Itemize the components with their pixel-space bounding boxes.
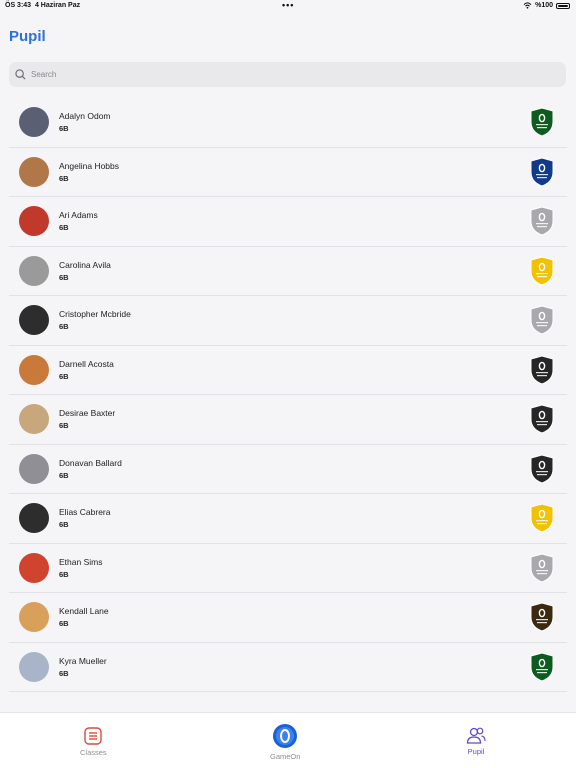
tab-gameon-label: GameOn xyxy=(270,752,301,761)
house-crest-icon xyxy=(529,206,555,236)
pupil-class: 6B xyxy=(59,272,69,282)
pupil-info: Donavan Ballard 6B xyxy=(59,458,122,480)
pupil-class: 6B xyxy=(59,470,69,480)
pupil-avatar xyxy=(19,255,49,286)
pupil-info: Darnell Acosta 6B xyxy=(59,359,114,381)
pupil-avatar xyxy=(19,305,49,336)
pupil-class: 6B xyxy=(59,223,69,233)
pupil-list[interactable]: Adalyn Odom 6B Angelina Hobbs 6B Ari Adams 6B… xyxy=(9,98,567,710)
pupil-name: Donavan Ballard xyxy=(59,457,122,468)
pupil-class: 6B xyxy=(59,371,69,381)
pupil-name: Adalyn Odom xyxy=(59,111,111,122)
pupil-avatar xyxy=(19,651,49,682)
search-input[interactable] xyxy=(31,70,531,79)
gameon-logo xyxy=(273,724,298,748)
pupil-name: Desirae Baxter xyxy=(59,408,116,419)
pupil-name: Angelina Hobbs xyxy=(59,160,120,171)
pupil-info: Angelina Hobbs 6B xyxy=(59,161,119,183)
house-crest-icon xyxy=(529,156,555,187)
house-crest-icon xyxy=(529,552,555,583)
house-crest-icon xyxy=(529,354,555,385)
status-right: %100 xyxy=(523,2,570,9)
pupil-row[interactable]: Ari Adams 6B xyxy=(9,197,567,247)
pupil-avatar xyxy=(19,602,49,633)
house-crest-icon xyxy=(529,651,555,682)
pupil-avatar xyxy=(19,156,49,187)
pupil-class: 6B xyxy=(59,619,69,629)
tab-bar: Classes GameOn Pupil xyxy=(0,712,576,768)
house-crest-icon xyxy=(529,503,555,533)
tab-pupil[interactable]: Pupil xyxy=(466,727,486,756)
tab-classes[interactable]: Classes xyxy=(80,727,107,757)
pupil-class: 6B xyxy=(59,668,69,678)
tab-classes-label: Classes xyxy=(80,748,107,757)
pupil-info: Ethan Sims 6B xyxy=(59,557,102,579)
pupil-row[interactable]: Elias Cabrera 6B xyxy=(9,494,567,544)
house-crest-icon xyxy=(529,602,555,632)
house-crest-icon xyxy=(529,107,555,137)
multitask-dots-icon[interactable]: ••• xyxy=(282,0,294,10)
house-crest-icon xyxy=(529,453,555,484)
pupil-name: Darnell Acosta xyxy=(59,358,114,369)
people-icon xyxy=(466,727,486,744)
pupil-row[interactable]: Kendall Lane 6B xyxy=(9,593,567,643)
pupil-class: 6B xyxy=(59,173,69,183)
list-icon xyxy=(84,727,103,745)
house-crest-icon xyxy=(529,305,555,335)
pupil-name: Carolina Avila xyxy=(59,259,111,270)
pupil-info: Cristopher Mcbride 6B xyxy=(59,309,131,331)
page-title: Pupil xyxy=(9,28,46,45)
pupil-class: 6B xyxy=(59,124,69,134)
status-time: ÖS 3:43 4 Haziran Paz xyxy=(5,2,81,9)
pupil-row[interactable]: Adalyn Odom 6B xyxy=(9,98,567,148)
tab-pupil-label: Pupil xyxy=(467,747,485,756)
pupil-avatar xyxy=(19,107,49,138)
battery-icon xyxy=(556,2,570,9)
pupil-name: Ari Adams xyxy=(59,210,98,221)
search-icon xyxy=(15,69,26,80)
wifi-icon xyxy=(523,2,532,9)
pupil-row[interactable]: Darnell Acosta 6B xyxy=(9,346,567,395)
pupil-name: Kendall Lane xyxy=(59,606,109,617)
house-crest-icon xyxy=(529,255,555,286)
pupil-row[interactable]: Kyra Mueller 6B xyxy=(9,643,567,692)
pupil-name: Kyra Mueller xyxy=(59,655,107,666)
pupil-row[interactable]: Donavan Ballard 6B xyxy=(9,445,567,494)
pupil-info: Kyra Mueller 6B xyxy=(59,656,107,678)
pupil-avatar xyxy=(19,354,49,385)
search-bar[interactable] xyxy=(9,62,566,87)
house-crest-icon xyxy=(529,404,555,434)
pupil-info: Adalyn Odom 6B xyxy=(59,111,111,133)
pupil-avatar xyxy=(19,503,49,534)
pupil-avatar xyxy=(19,453,49,484)
pupil-avatar xyxy=(19,552,49,583)
pupil-info: Carolina Avila 6B xyxy=(59,260,111,282)
pupil-class: 6B xyxy=(59,569,69,579)
pupil-info: Elias Cabrera 6B xyxy=(59,507,111,529)
pupil-info: Desirae Baxter 6B xyxy=(59,408,115,430)
tab-gameon[interactable]: GameOn xyxy=(270,723,300,761)
pupil-row[interactable]: Carolina Avila 6B xyxy=(9,247,567,296)
pupil-info: Kendall Lane 6B xyxy=(59,606,109,628)
pupil-name: Elias Cabrera xyxy=(59,507,111,518)
pupil-row[interactable]: Ethan Sims 6B xyxy=(9,544,567,593)
pupil-avatar xyxy=(19,206,49,237)
pupil-avatar xyxy=(19,404,49,435)
pupil-class: 6B xyxy=(59,520,69,530)
status-bar: ÖS 3:43 4 Haziran Paz ••• %100 xyxy=(0,0,576,12)
pupil-info: Ari Adams 6B xyxy=(59,210,98,232)
pupil-name: Cristopher Mcbride xyxy=(59,309,131,320)
pupil-class: 6B xyxy=(59,421,69,431)
pupil-row[interactable]: Angelina Hobbs 6B xyxy=(9,148,567,197)
battery-percent: %100 xyxy=(535,2,553,9)
pupil-name: Ethan Sims xyxy=(59,556,103,567)
pupil-class: 6B xyxy=(59,322,69,332)
pupil-row[interactable]: Desirae Baxter 6B xyxy=(9,395,567,445)
pupil-row[interactable]: Cristopher Mcbride 6B xyxy=(9,296,567,346)
